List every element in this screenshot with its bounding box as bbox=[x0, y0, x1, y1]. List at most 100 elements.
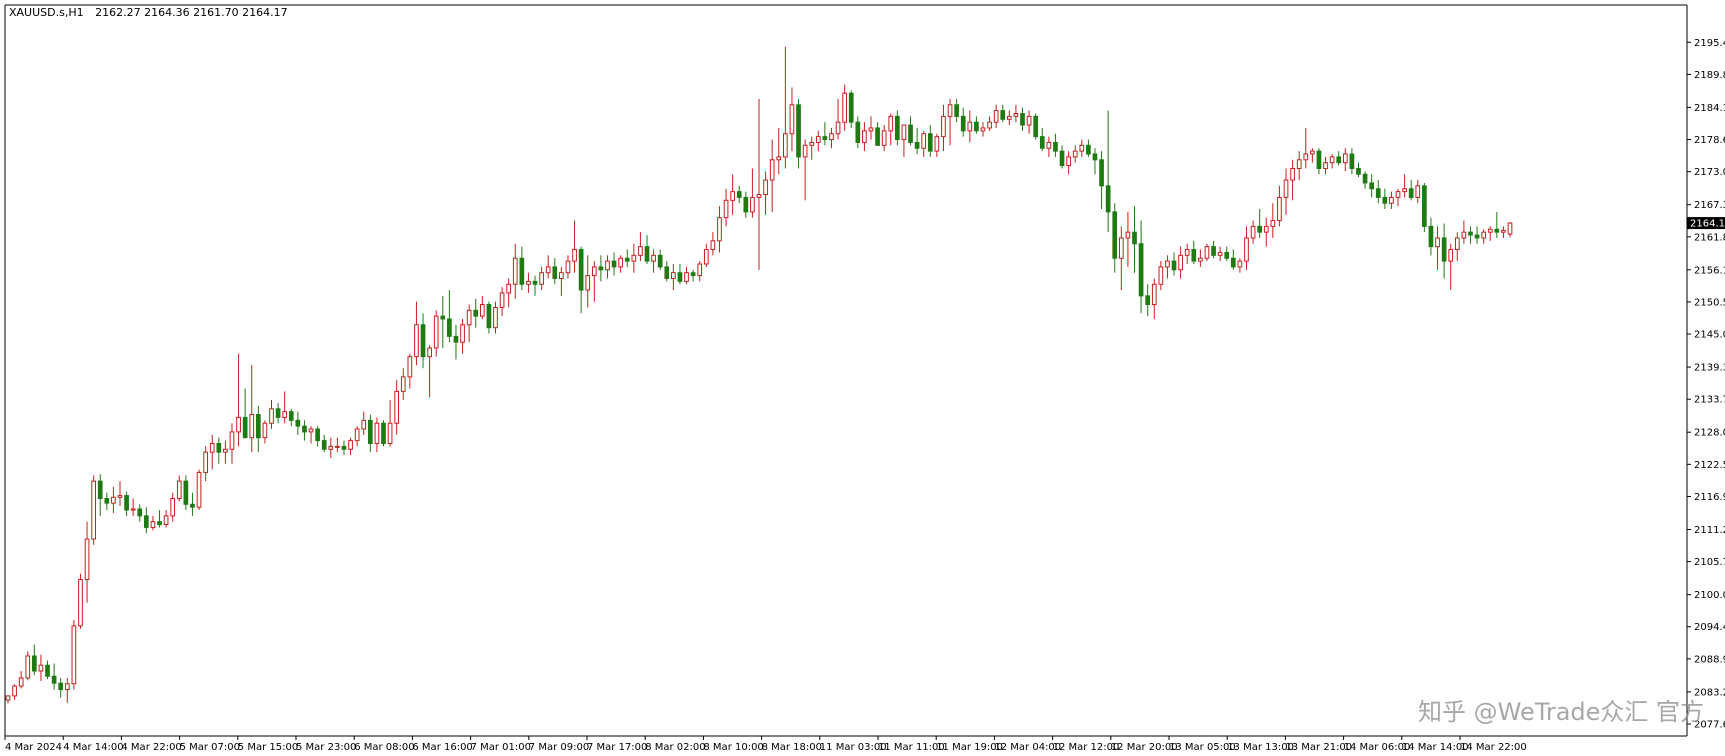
candle-body bbox=[908, 124, 913, 143]
x-tick-label: 12 Mar 20:00 bbox=[1111, 742, 1178, 753]
candle-body bbox=[756, 194, 762, 198]
symbol-label: XAUUSD.s,H1 bbox=[9, 6, 84, 19]
candle bbox=[275, 402, 281, 424]
x-tick-label: 12 Mar 04:00 bbox=[994, 742, 1061, 753]
candle bbox=[71, 620, 77, 690]
y-tick-label: 2173.05 bbox=[1694, 167, 1725, 178]
candle bbox=[433, 310, 439, 357]
price-axis: 2195.40 2189.85 2184.15 2178.60 2173.05 2167.… bbox=[1687, 38, 1725, 731]
candle bbox=[493, 301, 498, 334]
candle-body bbox=[743, 196, 749, 213]
candle-body bbox=[269, 408, 274, 424]
y-tick-label: 2167.35 bbox=[1694, 200, 1725, 211]
candle bbox=[1310, 148, 1315, 163]
candle-body bbox=[1191, 249, 1197, 262]
candle-body bbox=[1000, 110, 1006, 120]
candle bbox=[980, 122, 986, 137]
candle-body bbox=[717, 217, 722, 242]
candle-body bbox=[460, 324, 465, 343]
candle-body bbox=[1329, 156, 1335, 164]
candle bbox=[591, 261, 597, 302]
candle-body bbox=[427, 347, 432, 358]
candle bbox=[427, 345, 432, 398]
candle bbox=[835, 99, 841, 140]
y-tick-label: 2116.95 bbox=[1694, 492, 1725, 503]
candle-body bbox=[545, 266, 551, 274]
candle bbox=[1033, 113, 1039, 140]
candle bbox=[255, 405, 261, 453]
candle bbox=[1375, 180, 1381, 204]
x-tick-label: 13 Mar 21:00 bbox=[1285, 742, 1352, 753]
candle-body bbox=[974, 121, 979, 132]
candle-body bbox=[881, 130, 887, 146]
candle bbox=[881, 125, 887, 152]
candle-body bbox=[302, 425, 307, 433]
candle bbox=[914, 127, 920, 155]
candle-body bbox=[1375, 188, 1381, 198]
candle-body bbox=[1277, 196, 1282, 222]
candle bbox=[855, 116, 861, 149]
candle bbox=[1184, 243, 1190, 265]
candle bbox=[1356, 162, 1361, 178]
candle-body bbox=[1092, 153, 1098, 161]
candle-body bbox=[901, 124, 907, 141]
candle-body bbox=[163, 515, 169, 526]
candle-body bbox=[954, 104, 959, 117]
candle bbox=[1198, 249, 1203, 267]
candle-body bbox=[855, 121, 861, 143]
candle-body bbox=[1165, 260, 1170, 268]
candle bbox=[1230, 249, 1236, 270]
candle-body bbox=[479, 304, 485, 317]
candle bbox=[842, 84, 847, 131]
candle bbox=[809, 136, 815, 160]
candle bbox=[157, 510, 162, 528]
candle bbox=[229, 423, 235, 464]
candle bbox=[1204, 243, 1210, 262]
svg-text:XAUUSD.s,H1 2162.27 2164: XAUUSD.s,H1 2162.27 2164.36 2161.70 2164… bbox=[9, 6, 288, 19]
candle-body bbox=[1362, 173, 1368, 184]
candle-body bbox=[1507, 222, 1513, 235]
chart-window[interactable]: 2195.40 2189.85 2184.15 2178.60 2173.05 2167.… bbox=[0, 0, 1725, 756]
candle-body bbox=[1422, 185, 1427, 227]
candle bbox=[756, 99, 762, 270]
candle bbox=[829, 127, 834, 149]
price-chart[interactable]: 2195.40 2189.85 2184.15 2178.60 2173.05 2167.… bbox=[0, 0, 1725, 756]
candle bbox=[565, 255, 571, 279]
y-tick-label: 2088.90 bbox=[1694, 654, 1725, 665]
candle-body bbox=[216, 442, 222, 453]
candle bbox=[32, 644, 37, 676]
candle-body bbox=[677, 272, 683, 282]
candle bbox=[1092, 148, 1098, 175]
candle-body bbox=[1454, 237, 1460, 251]
candle-body bbox=[71, 625, 77, 685]
candle-body bbox=[499, 292, 505, 308]
candle-body bbox=[196, 471, 202, 508]
candle-body bbox=[624, 257, 630, 262]
ohlc-readout: 2162.27 2164.36 2161.70 2164.17 bbox=[95, 6, 287, 19]
candle-body bbox=[328, 445, 334, 450]
candle-body bbox=[967, 121, 973, 132]
y-tick-label: 2189.85 bbox=[1694, 70, 1725, 81]
candle-body bbox=[170, 497, 176, 517]
candle-body bbox=[697, 263, 703, 277]
candle-body bbox=[941, 115, 946, 138]
candle-body bbox=[45, 664, 50, 677]
candle-body bbox=[1402, 188, 1407, 193]
x-tick-label: 4 Mar 14:00 bbox=[63, 742, 123, 753]
candle-body bbox=[1342, 153, 1348, 164]
candle-body bbox=[1086, 144, 1091, 155]
candle bbox=[954, 99, 959, 123]
candle bbox=[677, 264, 683, 285]
candle bbox=[1448, 243, 1454, 291]
x-tick-label: 5 Mar 23:00 bbox=[296, 742, 356, 753]
candle bbox=[479, 295, 485, 320]
candle-body bbox=[1395, 191, 1401, 198]
candle-body bbox=[1217, 251, 1223, 256]
candle-body bbox=[1053, 141, 1058, 152]
candle-body bbox=[763, 179, 768, 196]
candle bbox=[993, 104, 999, 128]
candle-body bbox=[1382, 196, 1388, 204]
candle bbox=[1191, 240, 1197, 265]
candle-body bbox=[1415, 185, 1421, 198]
x-tick-label: 8 Mar 10:00 bbox=[703, 742, 763, 753]
